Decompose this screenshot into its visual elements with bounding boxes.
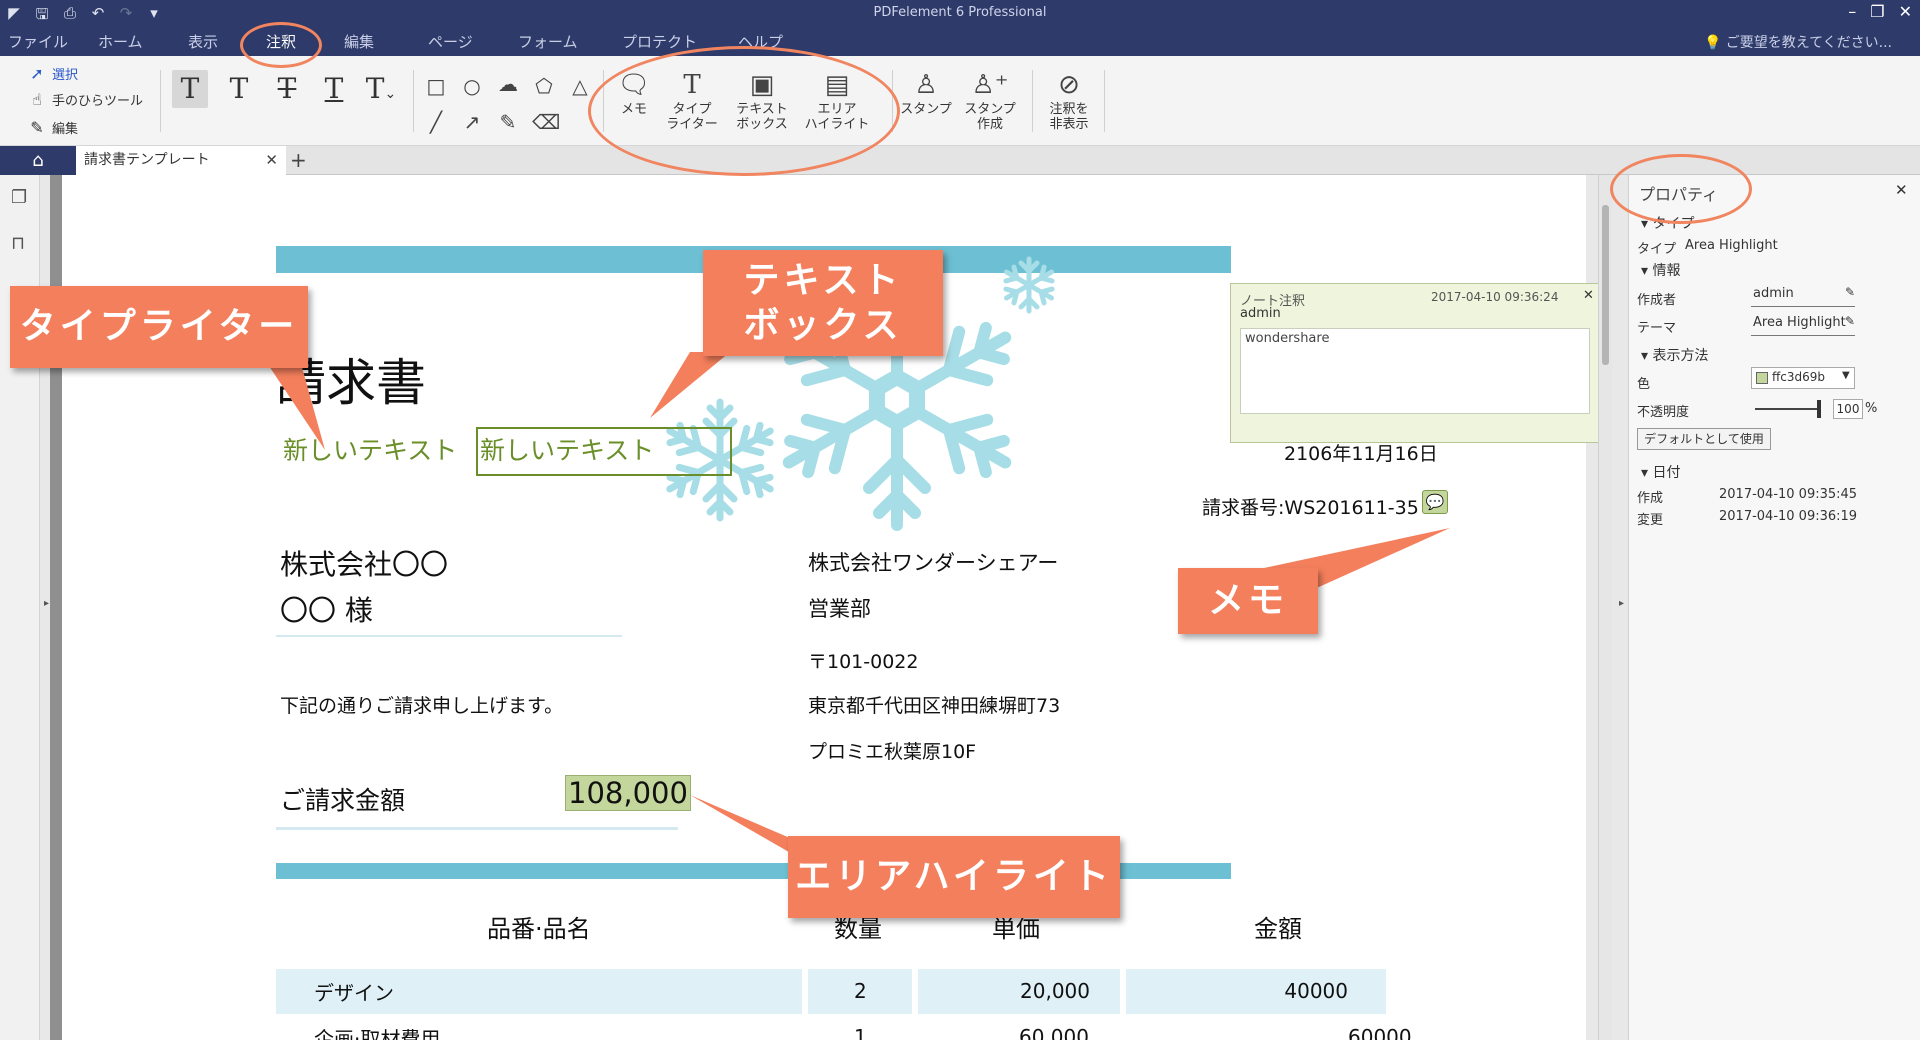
callout-textbox-line1: テキスト (743, 260, 903, 301)
callout-memo: メモ (1178, 568, 1318, 634)
callout-textbox: テキスト ボックス (703, 250, 943, 356)
callout-area-highlight: エリアハイライト (788, 836, 1120, 918)
callout-textbox-line2: ボックス (743, 305, 903, 346)
callout-typewriter: タイプライター (10, 286, 308, 368)
